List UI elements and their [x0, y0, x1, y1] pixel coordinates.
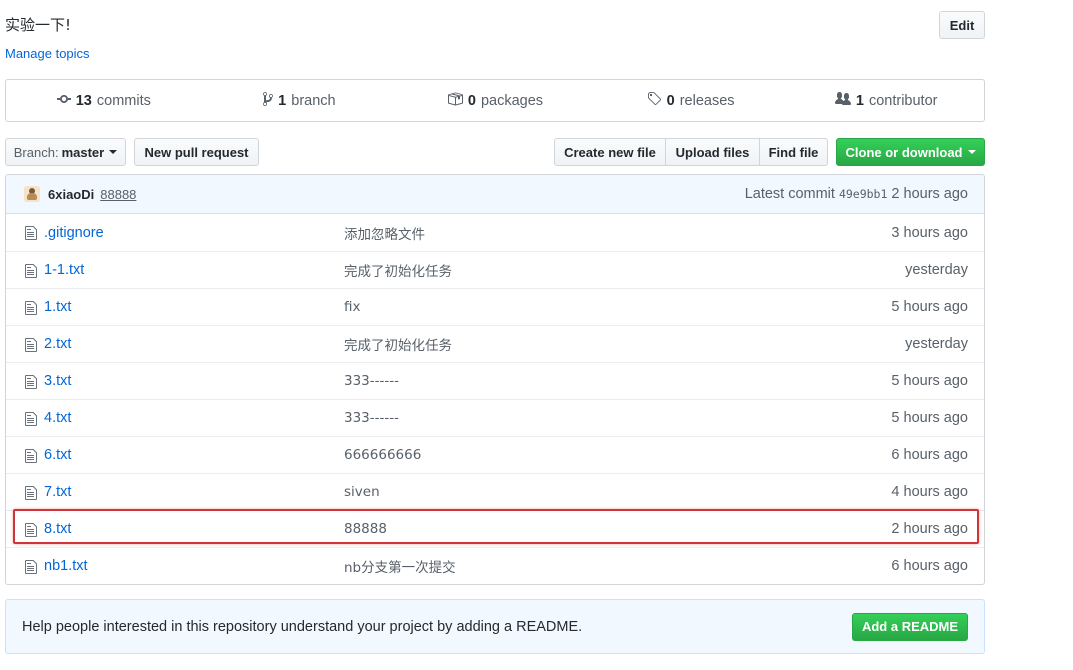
file-name-link[interactable]: 8.txt	[44, 521, 71, 537]
contributors-count-link[interactable]: 1 contributor	[788, 91, 984, 111]
file-commit-message[interactable]: 完成了初始化任务	[344, 334, 452, 354]
file-name-link[interactable]: 2.txt	[44, 336, 71, 352]
commits-count-link[interactable]: 13 commits	[6, 91, 202, 111]
file-commit-message[interactable]: 添加忽略文件	[344, 223, 425, 243]
contributors-label: contributor	[868, 92, 938, 109]
file-age: 3 hours ago	[891, 224, 968, 241]
readme-prompt: Help people interested in this repositor…	[5, 599, 985, 654]
file-row: 1-1.txt 完成了初始化任务 yesterday	[6, 251, 984, 288]
file-row: 1.txt fix 5 hours ago	[6, 288, 984, 325]
file-commit-message[interactable]: 完成了初始化任务	[344, 260, 452, 280]
latest-commit-bar: 6xiaoDi 88888 Latest commit 49e9bb1 2 ho…	[6, 175, 984, 214]
file-icon	[25, 225, 37, 244]
file-age: 4 hours ago	[891, 484, 968, 500]
commit-message[interactable]: 88888	[100, 187, 136, 202]
file-row: 7.txt siven 4 hours ago	[6, 473, 984, 510]
file-icon	[25, 411, 37, 430]
file-name-link[interactable]: 4.txt	[44, 410, 71, 426]
file-name-link[interactable]: 1-1.txt	[44, 262, 84, 278]
file-rows: .gitignore 添加忽略文件 3 hours ago 1-1.txt 完成…	[6, 214, 984, 584]
find-file-button[interactable]: Find file	[759, 138, 828, 166]
file-name-link[interactable]: .gitignore	[44, 225, 104, 241]
file-row: 6.txt 666666666 6 hours ago	[6, 436, 984, 473]
manage-topics-link[interactable]: Manage topics	[5, 46, 90, 61]
contributors-count: 1	[855, 92, 864, 109]
clone-label: Clone or download	[845, 144, 963, 160]
file-icon	[25, 485, 37, 504]
file-row: 4.txt 333------ 5 hours ago	[6, 399, 984, 436]
commits-label: commits	[96, 92, 151, 109]
file-icon	[25, 300, 37, 319]
commits-count: 13	[75, 92, 92, 109]
file-list: 6xiaoDi 88888 Latest commit 49e9bb1 2 ho…	[5, 174, 985, 585]
file-commit-message[interactable]: 333------	[344, 373, 399, 389]
branches-count: 1	[278, 92, 287, 109]
file-commit-message[interactable]: siven	[344, 484, 380, 500]
packages-count: 0	[467, 92, 476, 109]
file-icon	[25, 374, 37, 393]
file-icon	[25, 522, 37, 541]
file-age: 5 hours ago	[891, 373, 968, 389]
people-icon	[834, 91, 851, 111]
file-name-link[interactable]: 3.txt	[44, 373, 71, 389]
file-commit-message[interactable]: nb分支第一次提交	[344, 556, 456, 576]
commit-author[interactable]: 6xiaoDi	[48, 187, 94, 202]
upload-files-button[interactable]: Upload files	[665, 138, 760, 166]
packages-count-link[interactable]: 0 packages	[397, 91, 593, 111]
file-icon	[25, 263, 37, 282]
commit-sha[interactable]: 49e9bb1	[839, 187, 887, 201]
file-name-link[interactable]: 6.txt	[44, 447, 71, 463]
latest-commit-label: Latest commit	[744, 186, 835, 202]
branches-count-link[interactable]: 1 branch	[202, 91, 398, 111]
edit-button[interactable]: Edit	[939, 11, 985, 39]
package-icon	[447, 91, 463, 111]
branches-label: branch	[291, 92, 336, 109]
file-commit-message[interactable]: fix	[344, 299, 361, 315]
file-actions-group: Create new file Upload files Find file	[554, 138, 828, 166]
new-pull-request-button[interactable]: New pull request	[134, 138, 259, 166]
branch-value: master	[61, 144, 105, 160]
commit-age: 2 hours ago	[891, 186, 968, 202]
file-age: yesterday	[905, 262, 968, 278]
readme-prompt-text: Help people interested in this repositor…	[22, 618, 583, 635]
branch-icon	[263, 91, 274, 111]
file-row: nb1.txt nb分支第一次提交 6 hours ago	[6, 547, 984, 584]
branch-label: Branch:	[13, 144, 59, 160]
file-icon	[25, 559, 37, 578]
file-commit-message[interactable]: 333------	[344, 410, 399, 426]
file-row: 3.txt 333------ 5 hours ago	[6, 362, 984, 399]
packages-label: packages	[480, 92, 544, 109]
caret-down-icon	[109, 150, 118, 154]
file-name-link[interactable]: 7.txt	[44, 484, 71, 500]
branch-select-button[interactable]: Branch: master	[5, 138, 126, 166]
releases-count-link[interactable]: 0 releases	[593, 91, 789, 111]
latest-commit-info: Latest commit 49e9bb1 2 hours ago	[745, 186, 968, 202]
file-age: yesterday	[905, 336, 968, 352]
file-commit-message[interactable]: 88888	[344, 521, 387, 537]
file-commit-message[interactable]: 666666666	[344, 447, 421, 463]
releases-count: 0	[666, 92, 675, 109]
commit-icon	[56, 91, 71, 111]
clone-or-download-button[interactable]: Clone or download	[836, 138, 985, 166]
file-age: 5 hours ago	[891, 299, 968, 315]
file-age: 2 hours ago	[891, 521, 968, 537]
tag-icon	[647, 91, 662, 111]
avatar[interactable]	[24, 186, 40, 202]
file-age: 6 hours ago	[891, 447, 968, 463]
file-icon	[25, 448, 37, 467]
file-row: .gitignore 添加忽略文件 3 hours ago	[6, 214, 984, 251]
file-row: 2.txt 完成了初始化任务 yesterday	[6, 325, 984, 362]
file-name-link[interactable]: 1.txt	[44, 299, 71, 315]
repo-description: 实验一下!	[5, 16, 72, 34]
file-name-link[interactable]: nb1.txt	[44, 558, 88, 574]
file-age: 5 hours ago	[891, 410, 968, 426]
file-age: 6 hours ago	[891, 558, 968, 574]
file-icon	[25, 337, 37, 356]
create-new-file-button[interactable]: Create new file	[554, 138, 666, 166]
file-row: 8.txt 88888 2 hours ago	[6, 510, 984, 547]
repo-numbers-summary: 13 commits 1 branch 0 packages 0 release…	[5, 79, 985, 122]
add-readme-button[interactable]: Add a README	[852, 612, 968, 641]
releases-label: releases	[679, 92, 735, 109]
caret-down-icon	[967, 150, 976, 154]
